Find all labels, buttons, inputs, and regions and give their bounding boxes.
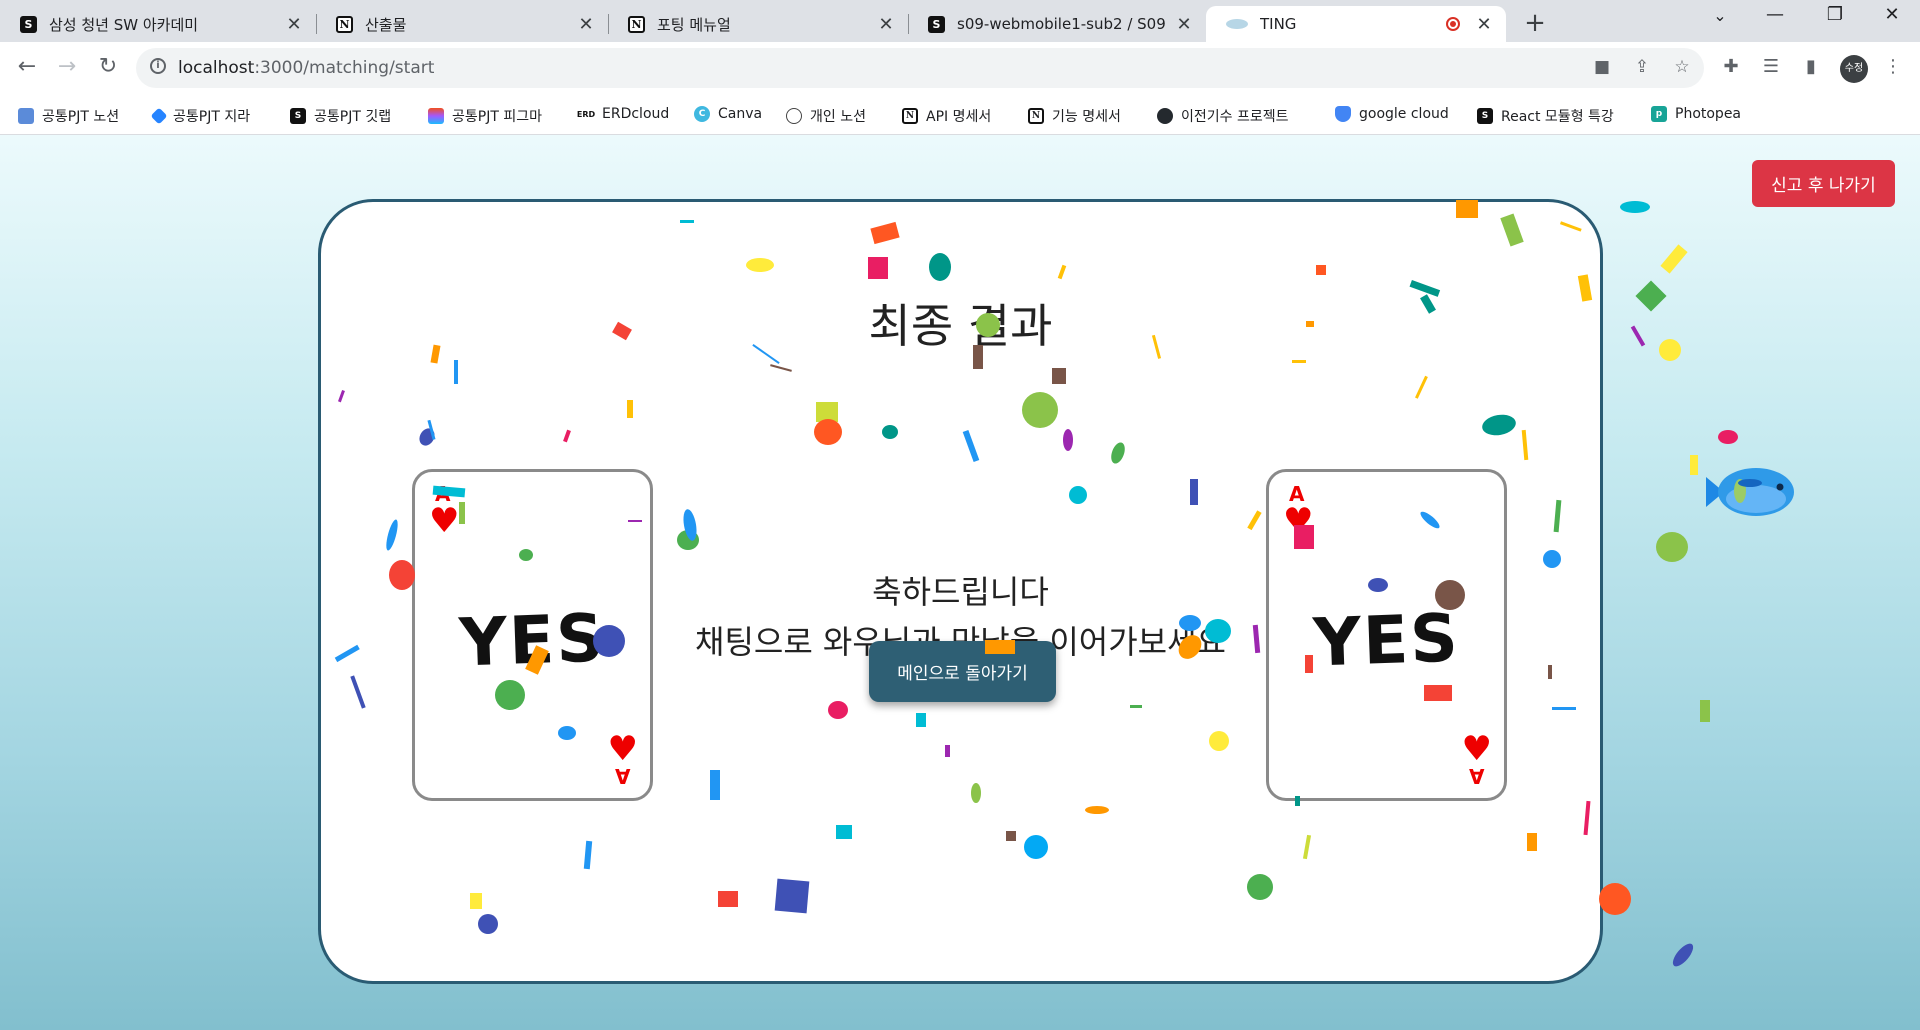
bookmark-item[interactable]: 공통PJT 노션 <box>18 106 119 126</box>
side-panel-icon[interactable]: ▮ <box>1798 56 1824 77</box>
tab-title: 포팅 메뉴얼 <box>657 15 731 34</box>
notion-icon: N <box>902 108 918 124</box>
tab-title: 산출물 <box>365 15 407 34</box>
address-bar[interactable]: i localhost:3000/matching/start ■ ⇪ ☆ <box>136 48 1704 88</box>
avatar[interactable]: 수정 <box>1840 55 1868 83</box>
media-queue-icon[interactable]: ☰ <box>1758 56 1784 77</box>
close-icon[interactable]: ✕ <box>876 14 896 35</box>
minimize-icon[interactable]: — <box>1755 4 1795 25</box>
reload-icon[interactable]: ↻ <box>93 54 123 79</box>
ssafy-icon: S <box>1477 108 1493 124</box>
erd-icon: ERD <box>576 109 596 119</box>
extensions-icon[interactable]: ✚ <box>1718 56 1744 77</box>
bookmark-label: API 명세서 <box>926 109 992 125</box>
ssafy-icon: S <box>290 108 306 124</box>
tab-title: 삼성 청년 SW 아카데미 <box>49 15 199 34</box>
shield-icon <box>1335 106 1351 122</box>
bookmark-item[interactable]: 이전기수 프로젝트 <box>1157 106 1289 126</box>
new-tab-button[interactable]: + <box>1520 8 1550 38</box>
bookmark-label: 공통PJT 지라 <box>173 109 251 125</box>
tab-ting[interactable]: TING ✕ <box>1206 6 1506 42</box>
bookmark-item[interactable]: S 공통PJT 깃랩 <box>290 106 391 126</box>
close-icon[interactable]: ✕ <box>284 14 304 35</box>
tab-porting-manual[interactable]: N 포팅 메뉴얼 ✕ <box>608 6 908 42</box>
report-and-exit-button[interactable]: 신고 후 나가기 <box>1752 160 1895 207</box>
camera-icon[interactable]: ■ <box>1590 57 1614 77</box>
canva-icon: C <box>694 106 710 122</box>
bookmark-label: Photopea <box>1675 106 1742 122</box>
bookmark-label: 개인 노션 <box>810 109 866 125</box>
tab-title: TING <box>1260 15 1297 33</box>
bookmark-label: 이전기수 프로젝트 <box>1181 109 1289 125</box>
bookmark-item[interactable]: N API 명세서 <box>902 106 991 126</box>
bookmark-label: Canva <box>718 106 763 122</box>
url-host: localhost <box>178 58 255 78</box>
globe-icon <box>786 108 802 124</box>
ssafy-icon: S <box>928 15 945 33</box>
bookmark-label: 공통PJT 피그마 <box>452 109 542 125</box>
recording-icon <box>1446 17 1460 31</box>
bookmark-label: React 모듈형 특강 <box>1501 109 1614 125</box>
bookmark-label: ERDcloud <box>602 106 670 122</box>
confetti-layer <box>334 200 1738 967</box>
close-icon[interactable]: ✕ <box>576 14 596 35</box>
back-icon[interactable]: ← <box>12 54 42 79</box>
page-content: 최종 결과 A ♥ YES ♥ A A ♥ YES ♥ A 축하드립니다 채팅으… <box>0 135 1920 1030</box>
close-icon[interactable]: ✕ <box>1174 14 1194 35</box>
bookmark-label: 공통PJT 깃랩 <box>314 109 392 125</box>
bookmark-item[interactable]: 공통PJT 지라 <box>150 106 251 126</box>
tab-deliverables[interactable]: N 산출물 ✕ <box>316 6 608 42</box>
bookmark-item[interactable]: p Photopea <box>1651 106 1741 122</box>
fish-icon <box>1706 468 1794 516</box>
star-icon[interactable]: ☆ <box>1670 57 1694 77</box>
url-text: localhost:3000/matching/start <box>178 58 434 78</box>
notion-icon: N <box>336 15 353 33</box>
ting-icon <box>1226 19 1248 29</box>
share-icon[interactable]: ⇪ <box>1630 57 1654 77</box>
bookmark-item[interactable]: N 기능 명세서 <box>1028 106 1121 126</box>
url-path: :3000/matching/start <box>254 58 435 78</box>
tab-gitlab[interactable]: S s09-webmobile1-sub2 / S09P12 ✕ <box>908 6 1206 42</box>
bookmarks-bar: 공통PJT 노션 공통PJT 지라 S 공통PJT 깃랩 공통PJT 피그마 ER… <box>0 97 1920 135</box>
tab-bar: S 삼성 청년 SW 아카데미 ✕ N 산출물 ✕ N 포팅 메뉴얼 ✕ S s… <box>0 0 1920 42</box>
ssafy-icon: S <box>20 15 37 33</box>
bookmark-label: 기능 명세서 <box>1052 109 1121 125</box>
tab-ssafy[interactable]: S 삼성 청년 SW 아카데미 ✕ <box>0 6 316 42</box>
tab-search-icon[interactable]: ⌄ <box>1700 6 1740 25</box>
github-icon <box>1157 108 1173 124</box>
notion-icon: N <box>1028 108 1044 124</box>
bookmark-item[interactable]: 공통PJT 피그마 <box>428 106 542 126</box>
bookmark-item[interactable]: 개인 노션 <box>786 106 866 126</box>
bookmark-item[interactable]: C Canva <box>694 106 762 122</box>
notion-icon: N <box>628 15 645 33</box>
photopea-icon: p <box>1651 106 1667 122</box>
menu-icon[interactable]: ⋮ <box>1880 56 1906 77</box>
jira-icon <box>150 107 168 125</box>
bookmark-item[interactable]: google cloud <box>1335 106 1449 122</box>
laptop-icon <box>18 108 34 124</box>
tab-title: s09-webmobile1-sub2 / S09P12 <box>957 15 1166 33</box>
browser-toolbar: ← → ↻ i localhost:3000/matching/start ■ … <box>0 42 1920 97</box>
site-info-icon[interactable]: i <box>150 58 166 74</box>
window-close-icon[interactable]: ✕ <box>1872 4 1912 25</box>
forward-icon[interactable]: → <box>52 54 82 79</box>
restore-icon[interactable]: ❐ <box>1815 4 1855 25</box>
bookmark-item[interactable]: S React 모듈형 특강 <box>1477 106 1614 126</box>
bookmark-label: google cloud <box>1359 106 1449 122</box>
figma-icon <box>428 108 444 124</box>
close-icon[interactable]: ✕ <box>1474 14 1494 35</box>
bookmark-item[interactable]: ERD ERDcloud <box>576 106 670 122</box>
bookmark-label: 공통PJT 노션 <box>42 109 120 125</box>
